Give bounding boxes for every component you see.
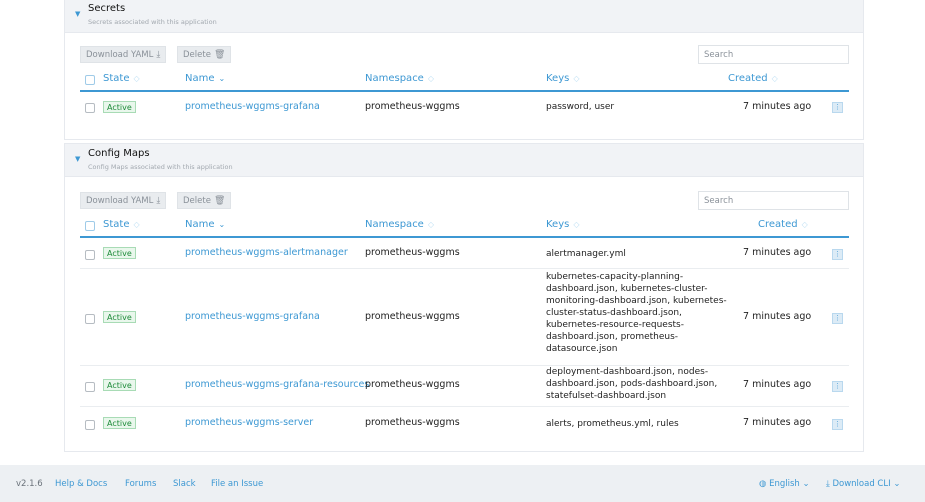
search-input[interactable] bbox=[698, 191, 849, 210]
row-name-link[interactable]: prometheus-wggms-grafana bbox=[185, 101, 320, 112]
download-icon: ⤓ bbox=[826, 479, 830, 489]
file-issue-link[interactable]: File an Issue bbox=[211, 479, 263, 489]
row-keys: kubernetes-capacity-planning-dashboard.j… bbox=[546, 272, 727, 354]
trash-icon: 🗑 bbox=[213, 196, 226, 206]
configmaps-title: Config Maps bbox=[88, 148, 150, 159]
row-name-link[interactable]: prometheus-wggms-grafana-resources bbox=[185, 379, 369, 390]
header-name[interactable]: Name ⌄ bbox=[185, 73, 225, 84]
footer: v2.1.6 Help & Docs Forums Slack File an … bbox=[0, 465, 925, 502]
row-checkbox[interactable] bbox=[85, 382, 95, 392]
header-divider bbox=[80, 90, 849, 92]
select-all-checkbox[interactable] bbox=[85, 75, 95, 85]
row-keys: deployment-dashboard.json, nodes-dashboa… bbox=[546, 367, 718, 401]
header-state[interactable]: State ◇ bbox=[103, 219, 140, 230]
delete-button[interactable]: Delete 🗑 bbox=[177, 192, 232, 209]
sort-icon: ⌄ bbox=[218, 74, 226, 83]
row-checkbox[interactable] bbox=[85, 314, 95, 324]
row-namespace: prometheus-wggms bbox=[365, 101, 460, 112]
row-created: 7 minutes ago bbox=[743, 417, 812, 428]
download-yaml-label: Download YAML bbox=[86, 50, 154, 60]
chevron-down-icon: ⌄ bbox=[893, 479, 901, 489]
row-keys: alertmanager.yml bbox=[546, 249, 626, 259]
download-yaml-label: Download YAML bbox=[86, 196, 154, 206]
row-name-link[interactable]: prometheus-wggms-grafana bbox=[185, 311, 320, 322]
row-created: 7 minutes ago bbox=[743, 379, 812, 390]
download-icon: ⤓ bbox=[156, 196, 161, 206]
row-checkbox[interactable] bbox=[85, 250, 95, 260]
caret-down-icon[interactable]: ▼ bbox=[75, 10, 80, 18]
status-badge: Active bbox=[103, 379, 136, 391]
status-badge: Active bbox=[103, 311, 136, 323]
version-label: v2.1.6 bbox=[16, 479, 43, 489]
row-name-link[interactable]: prometheus-wggms-alertmanager bbox=[185, 247, 348, 258]
secrets-title: Secrets bbox=[88, 3, 126, 14]
row-created: 7 minutes ago bbox=[743, 247, 812, 258]
row-namespace: prometheus-wggms bbox=[365, 247, 460, 258]
kebab-menu-icon[interactable]: ⋮ bbox=[832, 102, 843, 113]
row-divider bbox=[80, 268, 849, 269]
delete-label: Delete bbox=[183, 50, 211, 60]
configmaps-panel: ▼ Config Maps Config Maps associated wit… bbox=[64, 143, 864, 452]
row-divider bbox=[80, 406, 849, 407]
caret-down-icon[interactable]: ▼ bbox=[75, 155, 80, 163]
sort-icon: ◇ bbox=[133, 220, 140, 229]
sort-icon: ◇ bbox=[133, 74, 140, 83]
language-label: English bbox=[769, 479, 800, 489]
header-name[interactable]: Name ⌄ bbox=[185, 219, 225, 230]
kebab-menu-icon[interactable]: ⋮ bbox=[832, 249, 843, 260]
row-namespace: prometheus-wggms bbox=[365, 417, 460, 428]
trash-icon: 🗑 bbox=[213, 50, 226, 60]
delete-label: Delete bbox=[183, 196, 211, 206]
kebab-menu-icon[interactable]: ⋮ bbox=[832, 381, 843, 392]
help-docs-link[interactable]: Help & Docs bbox=[55, 479, 107, 489]
header-created[interactable]: Created ◇ bbox=[728, 73, 778, 84]
kebab-menu-icon[interactable]: ⋮ bbox=[832, 313, 843, 324]
forums-link[interactable]: Forums bbox=[125, 479, 156, 489]
sort-icon: ◇ bbox=[771, 74, 778, 83]
sort-icon: ◇ bbox=[573, 74, 580, 83]
header-created[interactable]: Created ◇ bbox=[758, 219, 808, 230]
chevron-down-icon: ⌄ bbox=[802, 479, 810, 489]
globe-icon: ◍ bbox=[759, 479, 767, 489]
kebab-menu-icon[interactable]: ⋮ bbox=[832, 419, 843, 430]
download-cli-button[interactable]: ⤓ Download CLI ⌄ bbox=[826, 479, 900, 489]
download-cli-label: Download CLI bbox=[832, 479, 891, 489]
row-created: 7 minutes ago bbox=[743, 311, 812, 322]
sort-icon: ◇ bbox=[427, 220, 434, 229]
language-selector[interactable]: ◍ English ⌄ bbox=[759, 479, 810, 489]
header-namespace[interactable]: Namespace ◇ bbox=[365, 219, 434, 230]
secrets-header[interactable]: ▼ Secrets Secrets associated with this a… bbox=[65, 0, 863, 33]
configmaps-header[interactable]: ▼ Config Maps Config Maps associated wit… bbox=[65, 144, 863, 177]
search-input[interactable] bbox=[698, 45, 849, 64]
status-badge: Active bbox=[103, 247, 136, 259]
header-keys[interactable]: Keys ◇ bbox=[546, 73, 580, 84]
download-yaml-button[interactable]: Download YAML ⤓ bbox=[80, 46, 167, 63]
status-badge: Active bbox=[103, 101, 136, 113]
sort-icon: ◇ bbox=[427, 74, 434, 83]
configmaps-subtitle: Config Maps associated with this applica… bbox=[88, 163, 233, 171]
select-all-checkbox[interactable] bbox=[85, 221, 95, 231]
header-namespace[interactable]: Namespace ◇ bbox=[365, 73, 434, 84]
header-keys[interactable]: Keys ◇ bbox=[546, 219, 580, 230]
row-checkbox[interactable] bbox=[85, 103, 95, 113]
row-namespace: prometheus-wggms bbox=[365, 311, 460, 322]
sort-icon: ◇ bbox=[573, 220, 580, 229]
row-created: 7 minutes ago bbox=[743, 101, 812, 112]
row-namespace: prometheus-wggms bbox=[365, 379, 460, 390]
row-checkbox[interactable] bbox=[85, 420, 95, 430]
sort-icon: ◇ bbox=[801, 220, 808, 229]
row-keys: alerts, prometheus.yml, rules bbox=[546, 419, 679, 429]
secrets-panel: ▼ Secrets Secrets associated with this a… bbox=[64, 0, 864, 140]
download-yaml-button[interactable]: Download YAML ⤓ bbox=[80, 192, 167, 209]
download-icon: ⤓ bbox=[156, 50, 161, 60]
sort-icon: ⌄ bbox=[218, 220, 226, 229]
status-badge: Active bbox=[103, 417, 136, 429]
header-state[interactable]: State ◇ bbox=[103, 73, 140, 84]
slack-link[interactable]: Slack bbox=[173, 479, 196, 489]
header-divider bbox=[80, 236, 849, 238]
secrets-subtitle: Secrets associated with this application bbox=[88, 18, 217, 26]
row-keys: password, user bbox=[546, 102, 615, 112]
delete-button[interactable]: Delete 🗑 bbox=[177, 46, 232, 63]
row-name-link[interactable]: prometheus-wggms-server bbox=[185, 417, 313, 428]
